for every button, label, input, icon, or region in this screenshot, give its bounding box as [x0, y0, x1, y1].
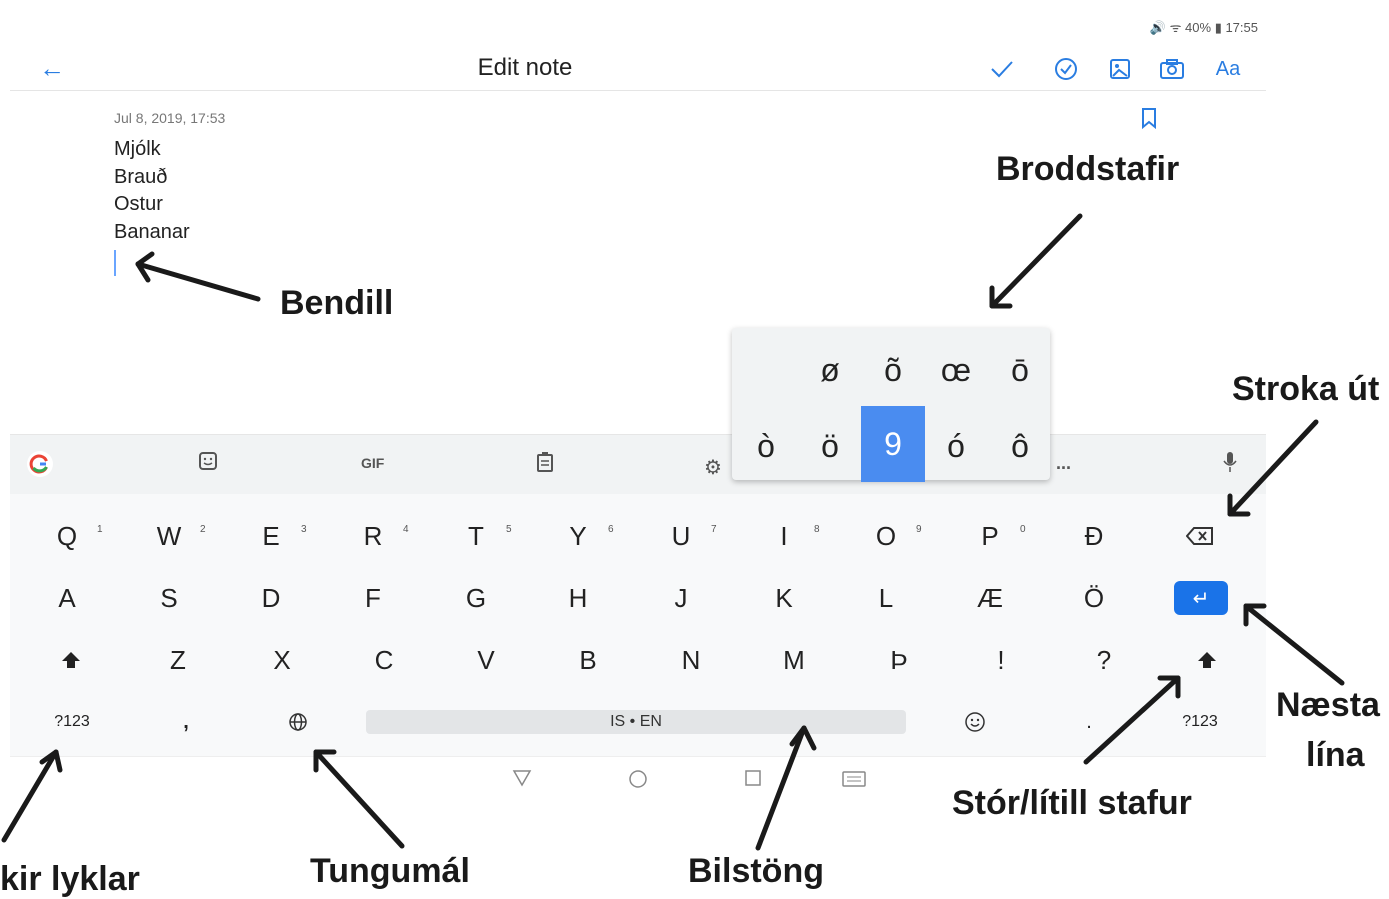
arrow-bendill — [135, 261, 261, 302]
label-bilstong: Bilstöng — [688, 852, 824, 890]
label-stroka-ut: Stroka út — [1232, 370, 1380, 408]
label-taknlyklar: kir lyklar — [0, 860, 140, 898]
label-naesta: Næsta — [1276, 686, 1380, 724]
arrow-stroka-ut — [1227, 419, 1319, 517]
arrow-naesta-lina — [1243, 603, 1345, 686]
arrow-broddstafir — [989, 213, 1083, 309]
annotation-arrows — [1, 213, 1345, 851]
label-broddstafir: Broddstafir — [996, 150, 1180, 188]
arrow-taknlyklar — [1, 749, 59, 843]
label-bendill: Bendill — [280, 284, 394, 322]
arrow-bilstong — [755, 725, 807, 851]
arrow-tungumal — [313, 749, 405, 849]
label-tungumal: Tungumál — [310, 852, 470, 890]
label-stor-litill: Stór/lítill stafur — [952, 784, 1192, 822]
arrow-stor-litill — [1083, 675, 1181, 765]
label-lina: lína — [1306, 736, 1365, 774]
